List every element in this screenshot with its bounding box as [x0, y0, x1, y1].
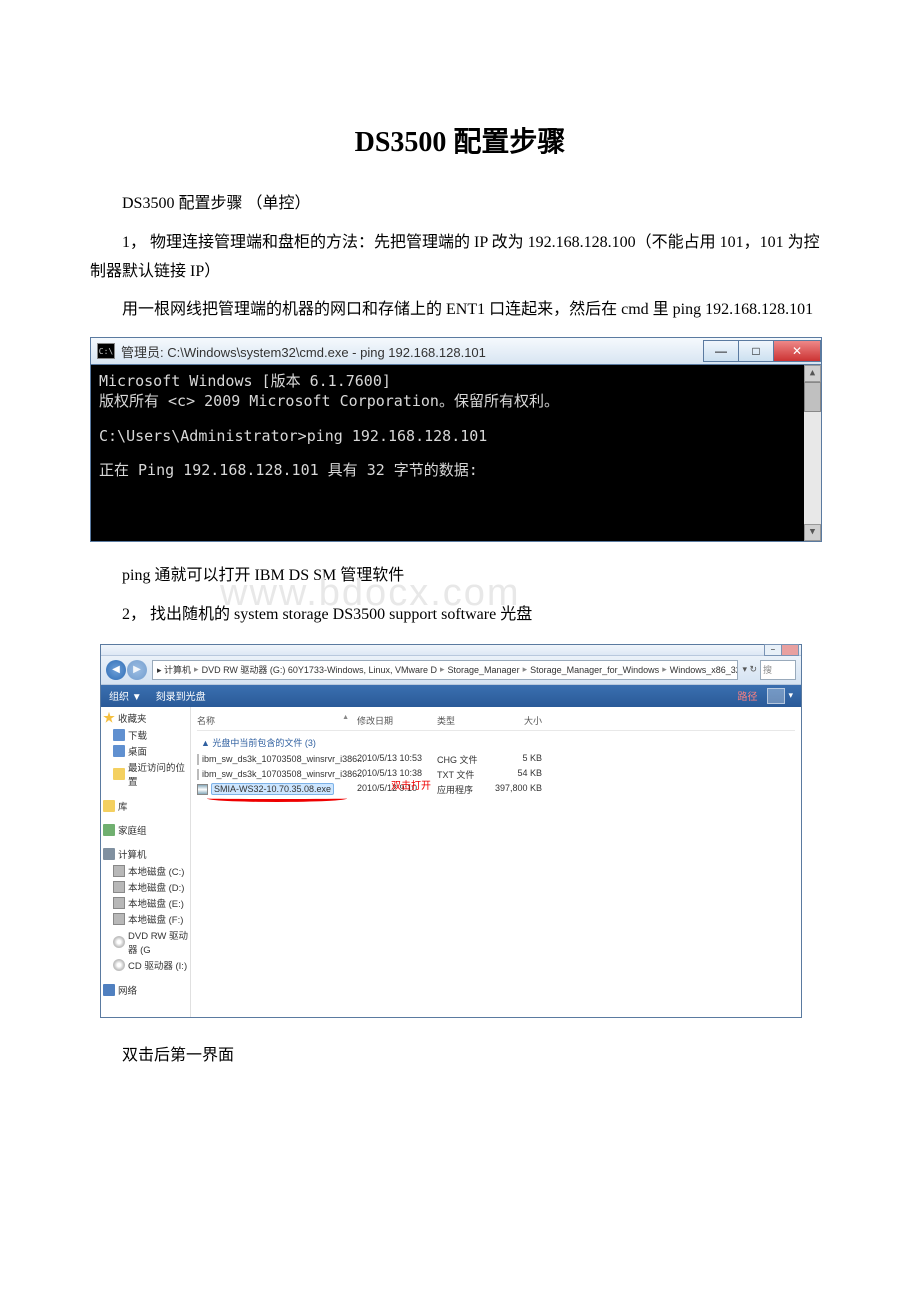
para-after-dblclick: 双击后第一界面	[90, 1042, 830, 1071]
explorer-main: 收藏夹 下载 桌面 最近访问的位置 库 家庭组 计算机 本地磁盘 (C:) 本地…	[101, 707, 801, 1017]
scrollbar[interactable]: ▲ ▼	[804, 365, 821, 541]
cmd-line: 正在 Ping 192.168.128.101 具有 32 字节的数据:	[99, 460, 813, 480]
explorer-titlebar: –	[101, 645, 801, 656]
nav-desktop[interactable]: 桌面	[103, 743, 188, 759]
file-row-selected[interactable]: SMIA-WS32-10.70.35.08.exe 2010/5/12 9:10…	[197, 782, 795, 797]
nav-dvd[interactable]: DVD RW 驱动器 (G	[103, 927, 188, 957]
para-ping-ok: ping 通就可以打开 IBM DS SM 管理软件	[90, 562, 830, 591]
close-button[interactable]: ✕	[773, 340, 821, 362]
cmd-body: Microsoft Windows [版本 6.1.7600] 版权所有 <c>…	[91, 365, 821, 541]
view-button[interactable]	[767, 688, 785, 704]
double-click-label: 双击打开	[391, 777, 431, 792]
col-type[interactable]: 类型	[437, 714, 492, 727]
view-dropdown-icon[interactable]: ▾	[788, 690, 793, 701]
nav-disk-f[interactable]: 本地磁盘 (F:)	[103, 911, 188, 927]
file-icon	[197, 769, 199, 780]
page-title: DS3500 配置步骤	[90, 120, 830, 160]
nav-recent[interactable]: 最近访问的位置	[103, 759, 188, 789]
cmd-window: C:\ 管理员: C:\Windows\system32\cmd.exe - p…	[90, 337, 822, 542]
para-step2: 2， 找出随机的 system storage DS3500 support s…	[90, 601, 830, 630]
cmd-title-text: 管理员: C:\Windows\system32\cmd.exe - ping …	[121, 342, 704, 361]
nav-network[interactable]: 网络	[103, 983, 188, 997]
burn-button[interactable]: 刻录到光盘	[156, 688, 206, 703]
col-date[interactable]: 修改日期	[357, 714, 437, 727]
cmd-titlebar: C:\ 管理员: C:\Windows\system32\cmd.exe - p…	[91, 338, 821, 365]
breadcrumb-item[interactable]: Windows_x86_32bit	[670, 665, 739, 675]
scroll-down-icon[interactable]: ▼	[804, 524, 821, 541]
window-controls: — □ ✕	[704, 340, 821, 362]
nav-pane: 收藏夹 下载 桌面 最近访问的位置 库 家庭组 计算机 本地磁盘 (C:) 本地…	[101, 707, 191, 1017]
file-list-header[interactable]: 名称 ▲ 修改日期 类型 大小	[197, 711, 795, 731]
nav-libraries[interactable]: 库	[103, 799, 188, 813]
nav-disk-e[interactable]: 本地磁盘 (E:)	[103, 895, 188, 911]
file-group-label[interactable]: ▲ 光盘中当前包含的文件 (3)	[197, 731, 795, 752]
scroll-thumb[interactable]	[804, 382, 821, 412]
forward-button[interactable]: ▶	[127, 660, 147, 680]
nav-disk-c[interactable]: 本地磁盘 (C:)	[103, 863, 188, 879]
nav-cd[interactable]: CD 驱动器 (I:)	[103, 957, 188, 973]
breadcrumb-item[interactable]: Storage_Manager	[448, 665, 520, 675]
para-subtitle: DS3500 配置步骤 （单控）	[90, 190, 830, 219]
address-bar-row: ◀ ▶ ▸ 计算机 ▸ DVD RW 驱动器 (G:) 60Y1733-Wind…	[101, 656, 801, 685]
exe-icon	[197, 784, 208, 795]
close-button[interactable]	[781, 644, 799, 656]
breadcrumb-item[interactable]: DVD RW 驱动器 (G:) 60Y1733-Windows, Linux, …	[202, 663, 437, 676]
file-row[interactable]: ibm_sw_ds3k_10703508_winsrvr_i386... 201…	[197, 752, 795, 767]
nav-downloads[interactable]: 下载	[103, 727, 188, 743]
organize-menu[interactable]: 组织 ▼	[109, 688, 142, 703]
scroll-up-icon[interactable]: ▲	[804, 365, 821, 382]
search-input[interactable]: 搜	[760, 660, 796, 680]
col-name[interactable]: 名称 ▲	[197, 714, 357, 727]
maximize-button[interactable]: □	[738, 340, 774, 362]
nav-computer[interactable]: 计算机	[103, 847, 188, 861]
minimize-button[interactable]: –	[764, 644, 782, 656]
cmd-line: C:\Users\Administrator>ping 192.168.128.…	[99, 426, 813, 446]
red-underline-annotation	[207, 795, 347, 802]
explorer-window: – ◀ ▶ ▸ 计算机 ▸ DVD RW 驱动器 (G:) 60Y1733-Wi…	[100, 644, 802, 1018]
col-size[interactable]: 大小	[492, 714, 542, 727]
cmd-line: 版权所有 <c> 2009 Microsoft Corporation。保留所有…	[99, 391, 813, 411]
file-icon	[197, 754, 199, 765]
breadcrumb[interactable]: ▸ 计算机 ▸ DVD RW 驱动器 (G:) 60Y1733-Windows,…	[152, 660, 738, 680]
path-label: 路径	[737, 688, 757, 703]
nav-homegroup[interactable]: 家庭组	[103, 823, 188, 837]
cmd-line: Microsoft Windows [版本 6.1.7600]	[99, 371, 813, 391]
back-button[interactable]: ◀	[106, 660, 126, 680]
minimize-button[interactable]: —	[703, 340, 739, 362]
nav-disk-d[interactable]: 本地磁盘 (D:)	[103, 879, 188, 895]
nav-favorites[interactable]: 收藏夹	[103, 711, 188, 725]
para-step1: 1， 物理连接管理端和盘柜的方法：先把管理端的 IP 改为 192.168.12…	[90, 229, 830, 287]
file-list: 名称 ▲ 修改日期 类型 大小 ▲ 光盘中当前包含的文件 (3) ibm_sw_…	[191, 707, 801, 1017]
explorer-toolbar: 组织 ▼ 刻录到光盘 路径 ▾	[101, 685, 801, 707]
breadcrumb-item[interactable]: Storage_Manager_for_Windows	[530, 665, 659, 675]
breadcrumb-item[interactable]: ▸ 计算机	[157, 663, 191, 676]
file-row[interactable]: ibm_sw_ds3k_10703508_winsrvr_i386... 201…	[197, 767, 795, 782]
cmd-icon: C:\	[97, 343, 115, 359]
para-step1b: 用一根网线把管理端的机器的网口和存储上的 ENT1 口连起来，然后在 cmd 里…	[90, 296, 830, 325]
refresh-dropdown[interactable]: ▾ ↻	[742, 664, 757, 675]
